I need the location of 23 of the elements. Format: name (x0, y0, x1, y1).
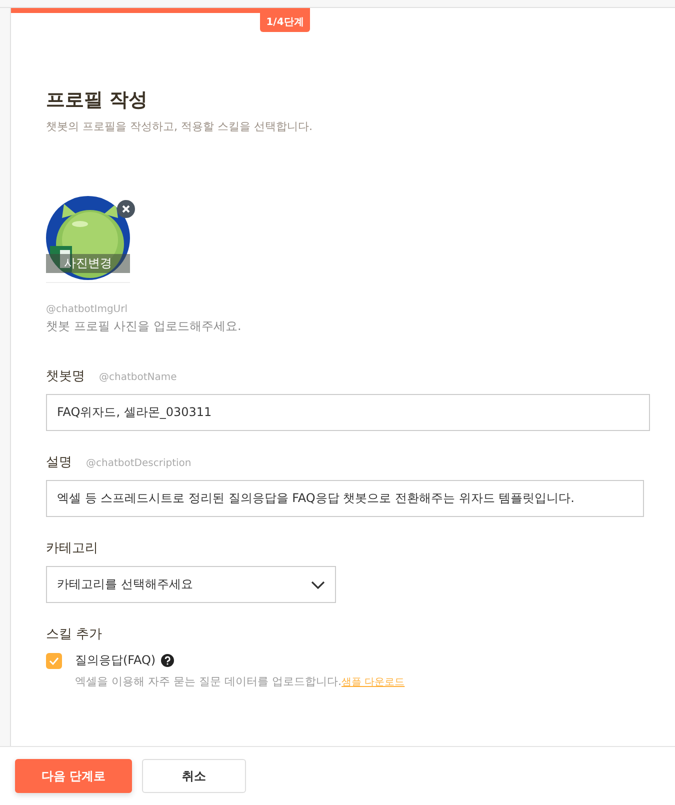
page-subtitle: 챗봇의 프로필을 작성하고, 적용할 스킬을 선택합니다. (46, 119, 314, 134)
change-photo-button[interactable]: 사진변경 (46, 254, 130, 273)
checkbox[interactable] (46, 652, 62, 668)
cancel-button[interactable]: 취소 (142, 759, 246, 793)
close-icon[interactable] (117, 200, 135, 218)
field-label: 설명 (46, 454, 72, 471)
category-dropdown[interactable]: 카테고리를 선택해주세요 (46, 566, 336, 603)
help-icon[interactable] (160, 654, 174, 667)
chevron-down-icon (311, 580, 325, 588)
checkmark-icon (49, 656, 59, 664)
step-badge: 1/4단계 (260, 13, 310, 32)
skill-description: 엑셀을 이용해 자주 묻는 질문 데이터를 업로드합니다.샘플 다운로드 (75, 674, 406, 689)
page-title: 프로필 작성 (46, 88, 149, 113)
variable-name: @chatbotDescription (86, 458, 192, 469)
variable-name: @chatbotImgUrl (46, 304, 128, 315)
field-label: 카테고리 (46, 540, 98, 557)
section-label: 스킬 추가 (46, 626, 102, 643)
text-field[interactable]: 엑셀 등 스프레드시트로 정리된 질의응답을 FAQ응답 챗봇으로 전환해주는 위자드 템플릿입니다. (46, 480, 644, 517)
text-field[interactable]: FAQ위자드, 셀라몬_030311 (46, 394, 650, 431)
variable-name: @chatbotName (99, 372, 177, 383)
upload-hint: 챗봇 프로필 사진을 업로드해주세요. (46, 318, 242, 335)
skill-name: 질의응답(FAQ) (75, 652, 156, 669)
field-label: 챗봇명 (46, 368, 85, 385)
